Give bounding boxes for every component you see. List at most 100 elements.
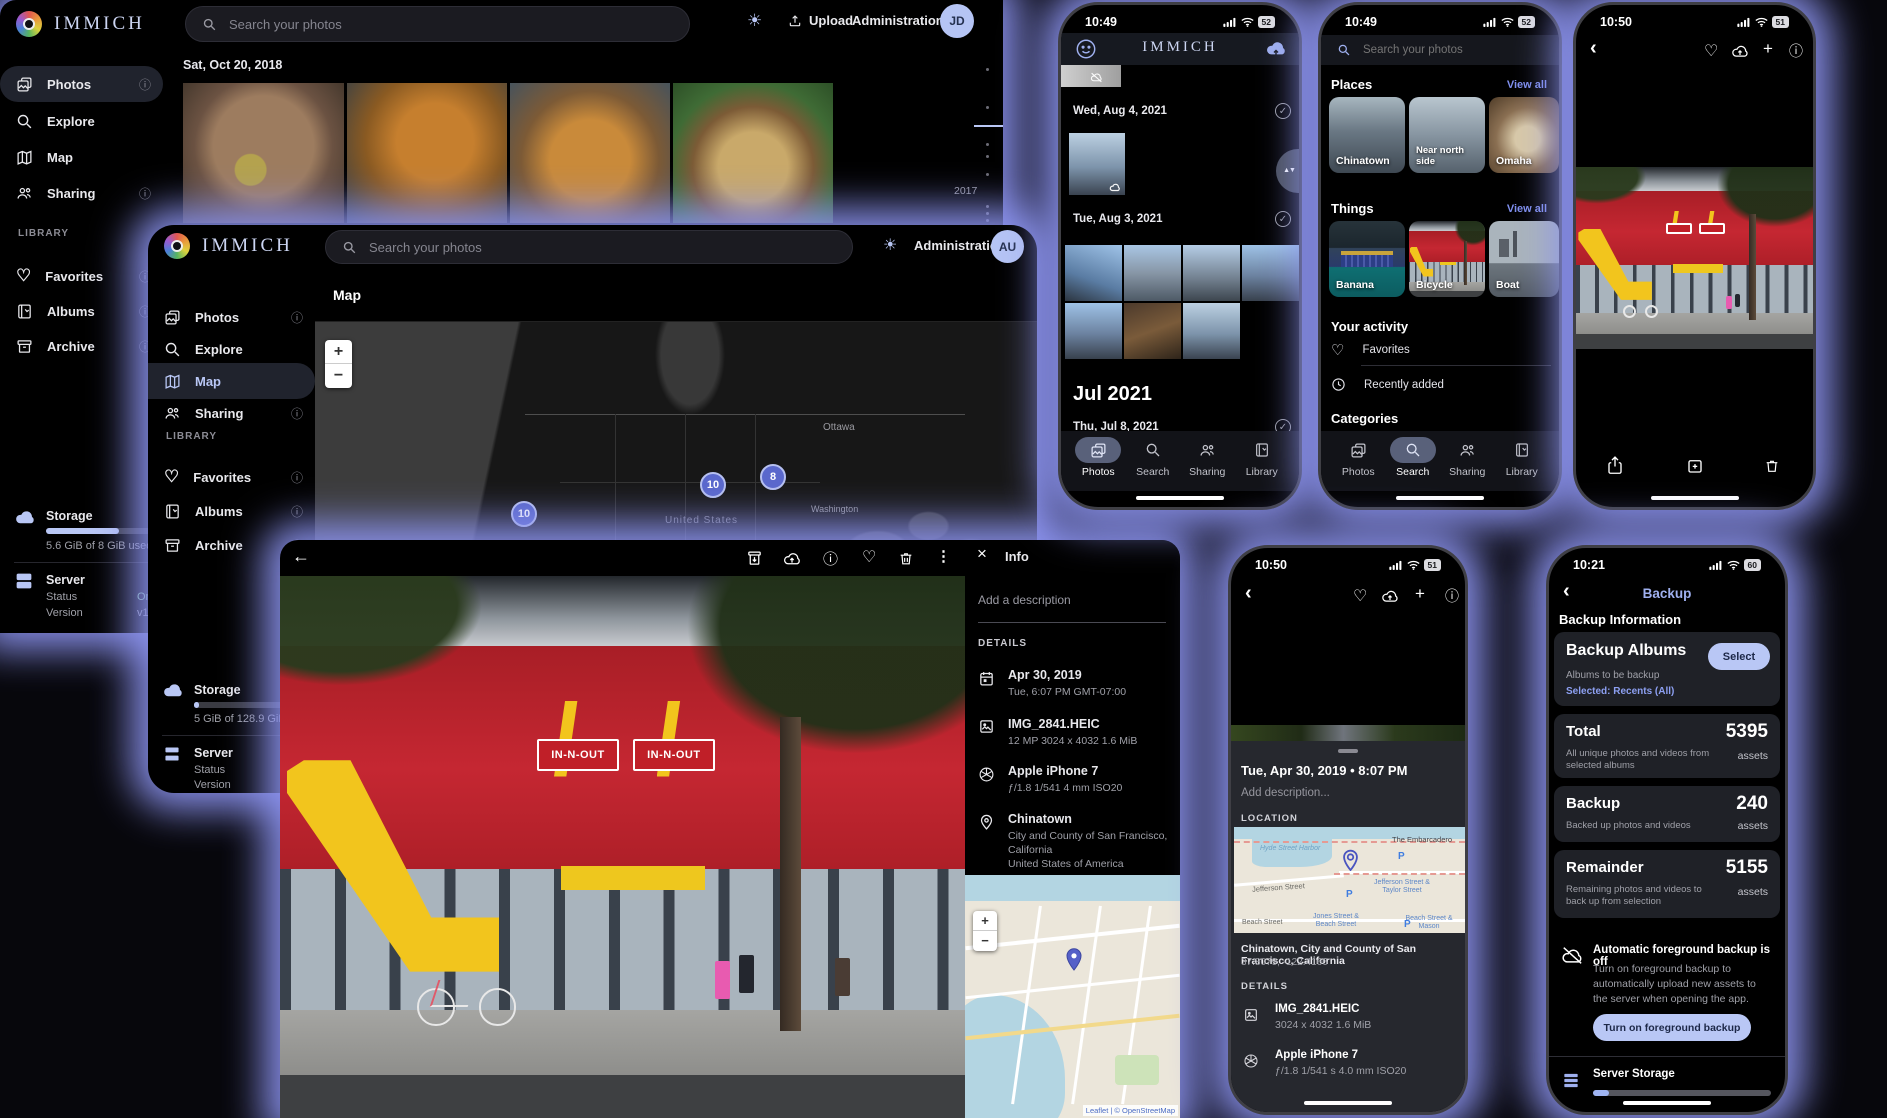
info-button[interactable]: ⓘ <box>823 548 838 569</box>
favorite-button[interactable]: ♡ <box>1353 586 1367 606</box>
add-description-field[interactable]: Add a description <box>978 593 1071 607</box>
sidebar-item-map[interactable]: Map <box>148 363 315 399</box>
add-description-field[interactable]: Add description... <box>1241 787 1330 799</box>
trash-button[interactable] <box>1764 457 1780 475</box>
info-location-map[interactable]: + − Leaflet | © OpenStreetMap <box>965 875 1180 1118</box>
administration-button[interactable]: Administration <box>852 13 944 28</box>
photo-thumbnail[interactable] <box>1065 245 1122 301</box>
back-button[interactable]: ‹ <box>1563 580 1570 603</box>
sidebar-item-favorites[interactable]: ♡ Favorites ⓘ <box>0 258 163 294</box>
search-input[interactable] <box>1363 44 1533 56</box>
user-avatar-icon[interactable] <box>1075 38 1097 60</box>
photo-thumbnail[interactable] <box>1242 245 1299 301</box>
sidebar-item-archive[interactable]: Archive ⓘ <box>0 328 163 364</box>
sidebar-item-photos[interactable]: Photos ⓘ <box>148 299 315 335</box>
nav-item-sharing[interactable]: Sharing <box>1440 437 1494 478</box>
trash-button[interactable] <box>898 550 914 567</box>
close-info-button[interactable]: × <box>977 544 987 564</box>
photo-thumbnail[interactable] <box>183 83 344 223</box>
places-view-all-link[interactable]: View all <box>1507 79 1547 91</box>
timeline-position-line[interactable] <box>974 125 1003 127</box>
place-card[interactable]: Near north side <box>1409 97 1485 173</box>
map-attribution[interactable]: Leaflet | © OpenStreetMap <box>1083 1105 1178 1116</box>
nav-item-search[interactable]: Search <box>1386 437 1440 478</box>
theme-toggle-sun-icon[interactable]: ☀ <box>883 235 897 255</box>
photo-in-n-out-storefront[interactable] <box>1576 167 1813 349</box>
select-albums-button[interactable]: Select <box>1708 643 1770 670</box>
location-map[interactable]: The Embarcadero Hyde Street Harbor Jeffe… <box>1234 827 1465 933</box>
map-zoom-control[interactable]: + − <box>973 911 997 951</box>
back-button[interactable]: ‹ <box>1590 37 1597 60</box>
photo-thumbnail[interactable] <box>1124 245 1181 301</box>
info-icon[interactable]: ⓘ <box>291 469 303 486</box>
info-icon[interactable]: ⓘ <box>139 76 151 93</box>
cloud-upload-button[interactable] <box>783 550 801 567</box>
backup-cloud-icon[interactable] <box>1265 38 1287 58</box>
activity-recent-row[interactable]: Recently added <box>1331 377 1444 392</box>
thing-card[interactable]: Boat <box>1489 221 1559 297</box>
photo-thumbnail[interactable] <box>1183 245 1240 301</box>
info-icon[interactable]: ⓘ <box>291 405 303 422</box>
user-avatar[interactable]: AU <box>991 230 1024 263</box>
photo-thumbnail[interactable] <box>1069 133 1125 195</box>
activity-favorites-row[interactable]: ♡ Favorites <box>1331 341 1410 359</box>
map-cluster-marker[interactable]: 10 <box>700 472 726 498</box>
map-cluster-marker[interactable]: 8 <box>760 464 786 490</box>
sidebar-item-albums[interactable]: Albums ⓘ <box>148 493 315 529</box>
nav-item-photos[interactable]: Photos <box>1071 437 1125 478</box>
search-input[interactable] <box>229 17 673 32</box>
nav-item-library[interactable]: Library <box>1235 437 1289 478</box>
sidebar-item-favorites[interactable]: ♡ Favorites ⓘ <box>148 459 315 495</box>
user-avatar[interactable]: JD <box>940 4 974 38</box>
things-view-all-link[interactable]: View all <box>1507 203 1547 215</box>
back-button[interactable]: ← <box>292 546 310 567</box>
search-bar[interactable] <box>325 230 853 264</box>
archive-add-button[interactable] <box>1686 457 1704 475</box>
add-button[interactable]: + <box>1415 584 1425 604</box>
search-bar[interactable] <box>1321 35 1559 65</box>
photo-in-n-out-storefront[interactable]: IN-N-OUT IN-N-OUT <box>280 576 965 1118</box>
sidebar-item-albums[interactable]: Albums ⓘ <box>0 293 163 329</box>
search-input[interactable] <box>369 240 836 255</box>
sidebar-item-photos[interactable]: Photos ⓘ <box>0 66 163 102</box>
thing-card[interactable]: Banana <box>1329 221 1405 297</box>
info-icon[interactable]: ⓘ <box>139 185 151 202</box>
info-button[interactable]: ⓘ <box>1789 41 1803 61</box>
favorite-button[interactable]: ♡ <box>862 547 876 567</box>
place-card[interactable]: Omaha <box>1489 97 1559 173</box>
theme-toggle-sun-icon[interactable]: ☀ <box>747 11 762 31</box>
map-cluster-marker[interactable]: 10 <box>511 501 537 527</box>
place-card[interactable]: Chinatown <box>1329 97 1405 173</box>
zoom-out-button[interactable]: − <box>973 931 997 951</box>
info-icon[interactable]: ⓘ <box>291 503 303 520</box>
archive-button[interactable] <box>746 550 763 567</box>
info-icon[interactable]: ⓘ <box>291 309 303 326</box>
sidebar-item-sharing[interactable]: Sharing ⓘ <box>148 395 315 431</box>
photo-strip[interactable] <box>1231 725 1465 741</box>
turn-on-foreground-backup-button[interactable]: Turn on foreground backup <box>1593 1014 1751 1041</box>
back-button[interactable]: ‹ <box>1245 582 1252 605</box>
photo-thumbnail[interactable] <box>673 83 833 223</box>
nav-item-search[interactable]: Search <box>1126 437 1180 478</box>
add-button[interactable]: + <box>1763 39 1773 59</box>
sidebar-item-explore[interactable]: Explore <box>0 103 163 139</box>
share-button[interactable] <box>1606 455 1624 475</box>
timeline-scrubber-handle[interactable]: ▲▼ <box>1276 149 1302 193</box>
sidebar-item-map[interactable]: Map <box>0 139 163 175</box>
thing-card[interactable]: Bicycle <box>1409 221 1485 297</box>
cloud-upload-button[interactable] <box>1381 588 1399 604</box>
nav-item-library[interactable]: Library <box>1495 437 1549 478</box>
favorite-button[interactable]: ♡ <box>1704 41 1718 61</box>
select-group-checkbox[interactable]: ✓ <box>1275 103 1291 119</box>
sidebar-item-sharing[interactable]: Sharing ⓘ <box>0 175 163 211</box>
cloud-upload-button[interactable] <box>1731 43 1749 59</box>
zoom-in-button[interactable]: + <box>973 911 997 931</box>
photo-thumbnail[interactable] <box>347 83 507 223</box>
select-group-checkbox[interactable]: ✓ <box>1275 211 1291 227</box>
info-button[interactable]: ⓘ <box>1445 586 1459 606</box>
zoom-in-button[interactable]: + <box>325 340 352 364</box>
more-options-button[interactable]: ⋮ <box>936 547 951 565</box>
sidebar-item-explore[interactable]: Explore <box>148 331 315 367</box>
photo-thumbnail[interactable] <box>1183 303 1240 359</box>
photo-thumbnail[interactable] <box>1061 65 1121 87</box>
